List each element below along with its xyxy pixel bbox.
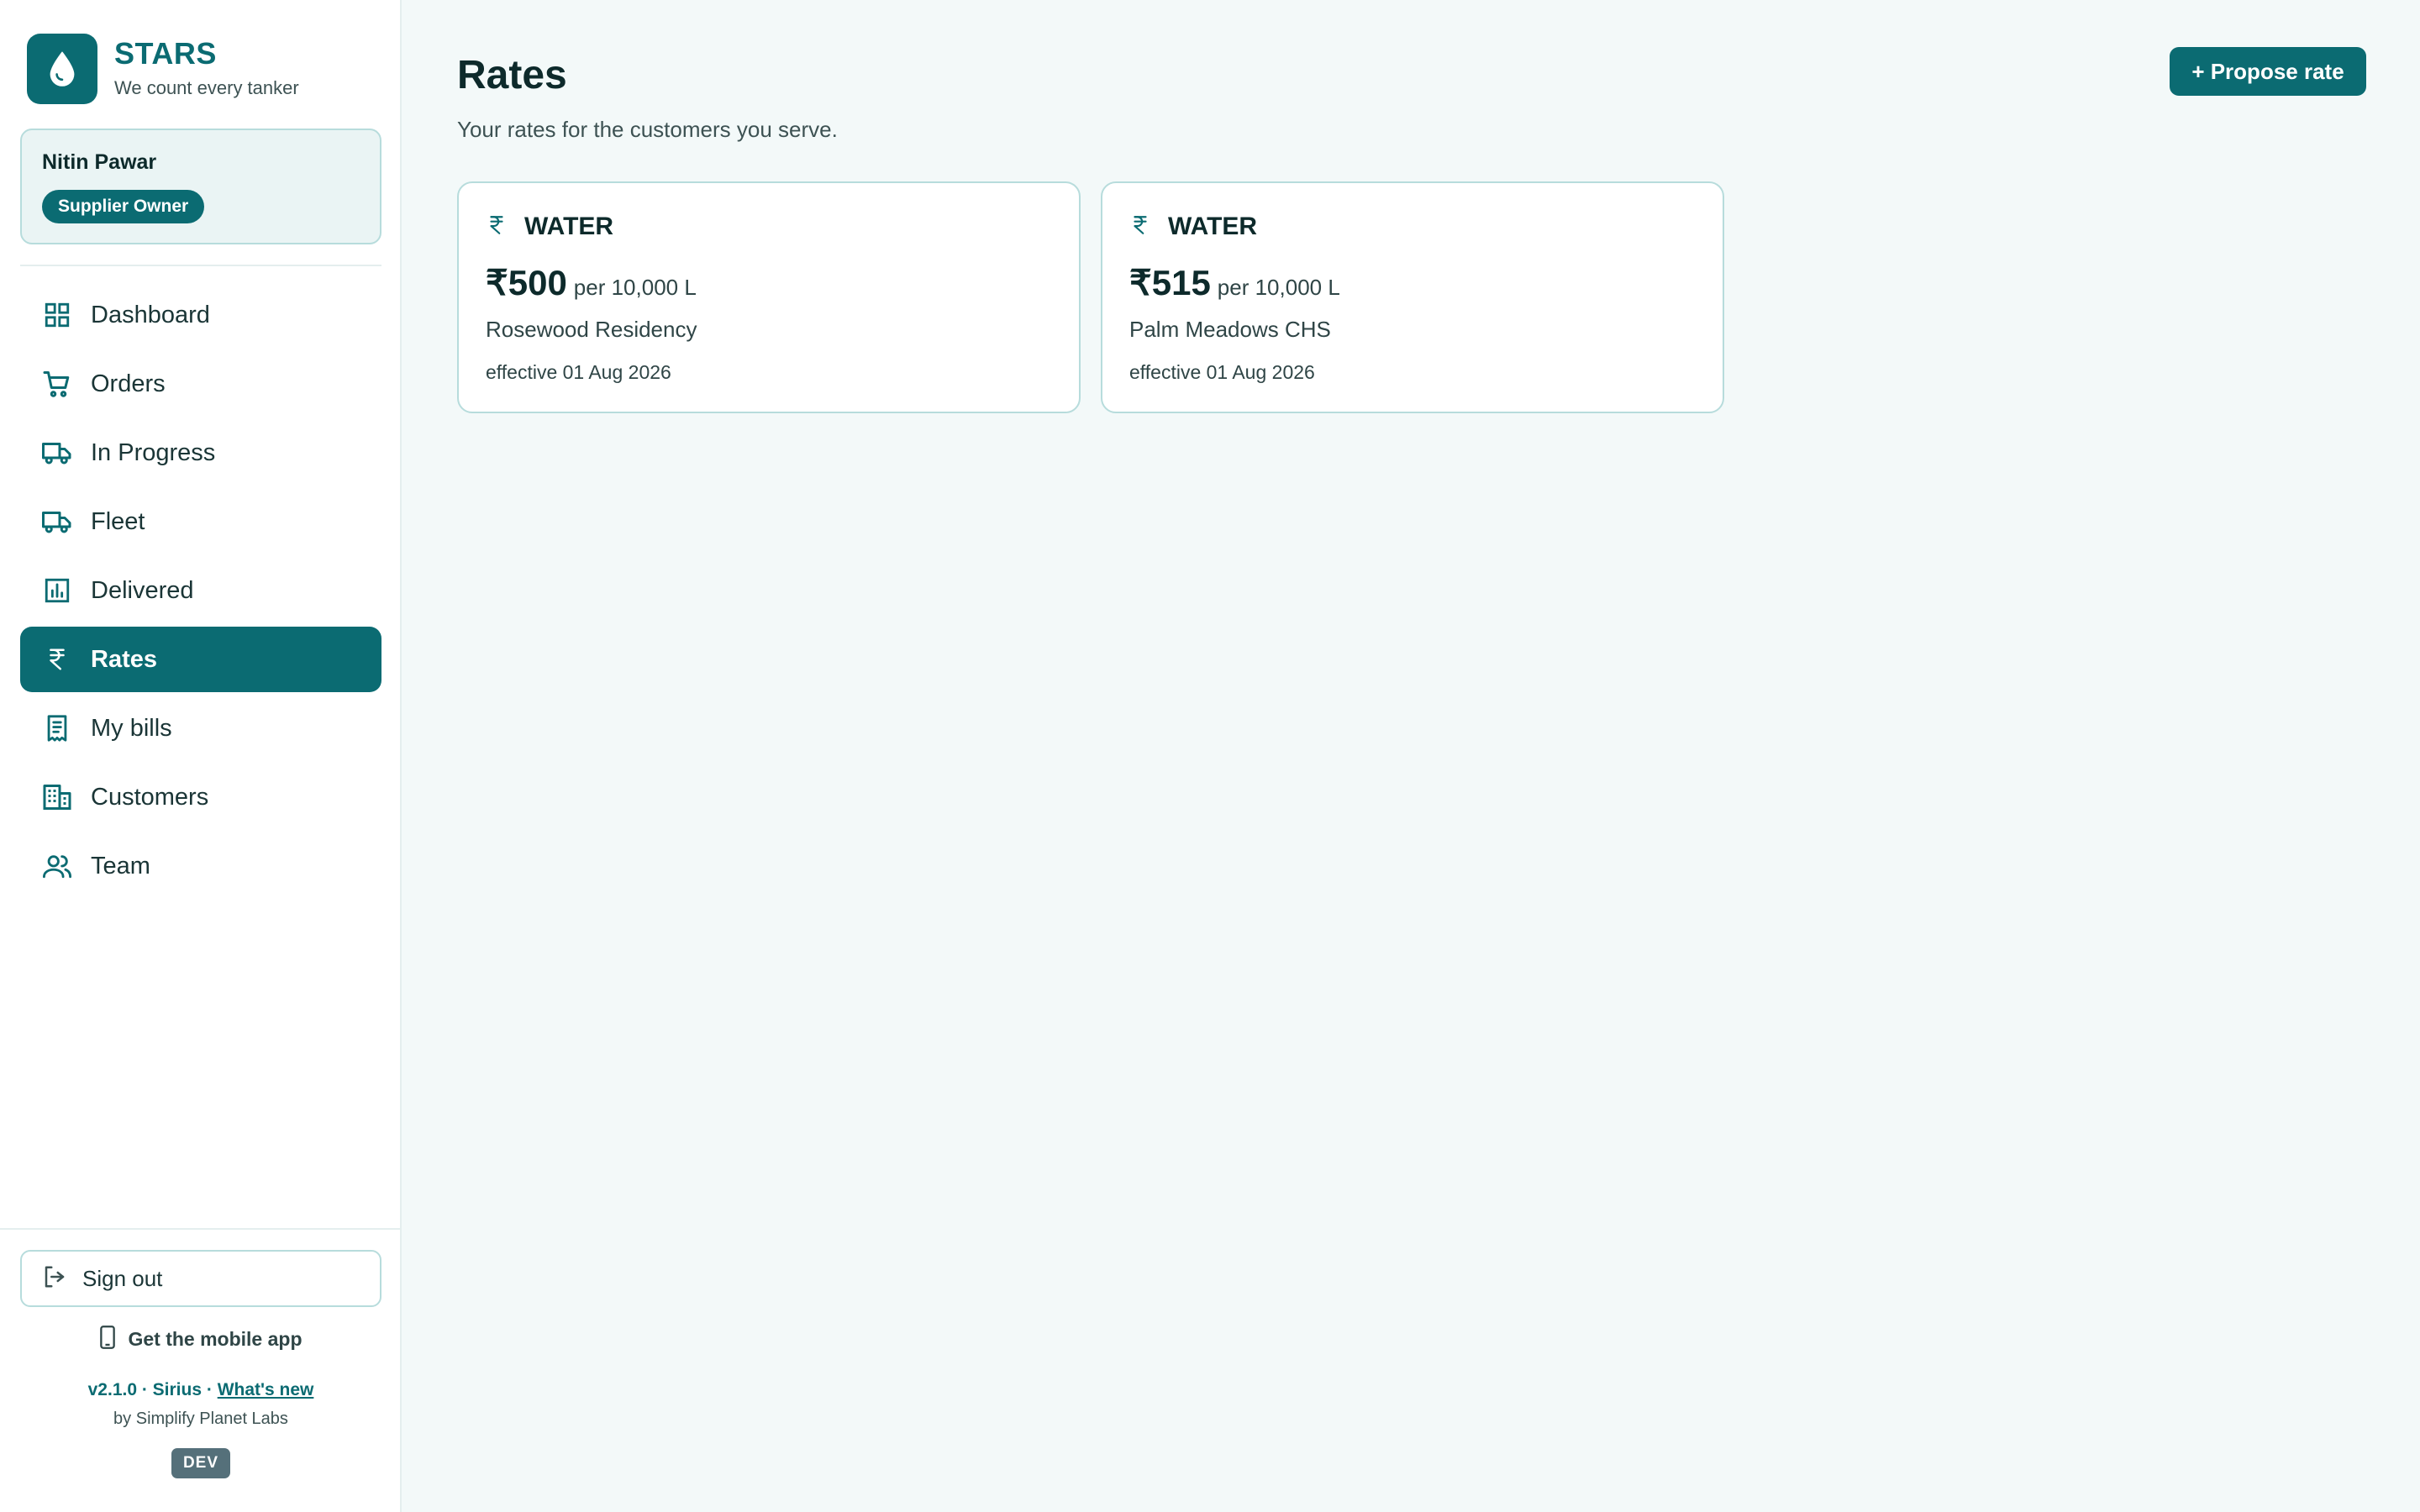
- sidebar-item-label: My bills: [91, 714, 172, 742]
- page-title: Rates: [457, 53, 567, 97]
- phone-icon: [99, 1325, 116, 1353]
- brand-name: STARS: [114, 36, 217, 71]
- version-text: v2.1.0 · Sirius ·: [87, 1380, 218, 1399]
- sidebar-item-label: Rates: [91, 645, 157, 673]
- sidebar-item-label: Fleet: [91, 507, 145, 535]
- rate-price: ₹500: [486, 263, 567, 302]
- sign-out-label: Sign out: [82, 1265, 163, 1291]
- version-info: v2.1.0 · Sirius · What's new: [20, 1380, 381, 1400]
- sidebar-item-label: Dashboard: [91, 301, 210, 328]
- sign-out-button[interactable]: Sign out: [20, 1250, 381, 1307]
- byline: by Simplify Planet Labs: [113, 1410, 288, 1428]
- sidebar-item-dashboard[interactable]: Dashboard: [20, 282, 381, 348]
- sidebar-item-customers[interactable]: Customers: [20, 764, 381, 830]
- rate-unit: per 10,000 L: [573, 275, 697, 300]
- truck-icon: [40, 505, 74, 538]
- people-icon: [40, 849, 74, 883]
- rupee-icon: [486, 212, 508, 243]
- rate-unit: per 10,000 L: [1217, 275, 1340, 300]
- sidebar-divider: [20, 265, 381, 266]
- user-name: Nitin Pawar: [42, 150, 157, 174]
- sidebar-item-team[interactable]: Team: [20, 833, 381, 899]
- sidebar-item-rates[interactable]: Rates: [20, 627, 381, 692]
- main-content: Rates Your rates for the customers you s…: [402, 0, 2420, 1512]
- brand-tagline: We count every tanker: [114, 77, 299, 98]
- sidebar-item-in-progress[interactable]: In Progress: [20, 420, 381, 486]
- sidebar-item-my-bills[interactable]: My bills: [20, 696, 381, 761]
- rate-effective-date: effective 01 Aug 2026: [486, 361, 671, 383]
- mobile-app-label: Get the mobile app: [128, 1327, 302, 1350]
- rate-customer: Palm Meadows CHS: [1129, 317, 1331, 342]
- sidebar-item-label: Team: [91, 852, 150, 879]
- page-subtitle: Your rates for the customers you serve.: [457, 117, 838, 142]
- rate-price: ₹515: [1129, 263, 1211, 302]
- rate-card[interactable]: WATER ₹500 per 10,000 L Rosewood Residen…: [457, 181, 1081, 413]
- rate-card[interactable]: WATER ₹515 per 10,000 L Palm Meadows CHS…: [1101, 181, 1724, 413]
- sidebar-item-label: Orders: [91, 370, 166, 397]
- get-mobile-app-link[interactable]: Get the mobile app: [20, 1322, 381, 1356]
- sign-out-icon: [42, 1264, 67, 1294]
- truck-icon: [40, 436, 74, 470]
- sidebar-item-label: Delivered: [91, 576, 194, 604]
- sidebar-item-label: Customers: [91, 783, 209, 811]
- rupee-icon: [40, 643, 74, 676]
- rate-type: WATER: [524, 213, 614, 240]
- rate-type: WATER: [1168, 213, 1258, 240]
- building-icon: [40, 780, 74, 814]
- rate-effective-date: effective 01 Aug 2026: [1129, 361, 1315, 383]
- bar-chart-icon: [40, 574, 74, 607]
- user-card: Nitin Pawar Supplier Owner: [20, 129, 381, 244]
- sidebar-item-label: In Progress: [91, 438, 216, 466]
- sidebar-nav: Dashboard Orders In Progress Fleet Deliv…: [20, 282, 381, 902]
- role-badge: Supplier Owner: [42, 190, 205, 223]
- cart-icon: [40, 367, 74, 401]
- sidebar-item-delivered[interactable]: Delivered: [20, 558, 381, 623]
- propose-rate-button[interactable]: + Propose rate: [2170, 47, 2366, 96]
- water-drop-icon: [27, 34, 97, 104]
- env-badge: DEV: [171, 1448, 230, 1478]
- sidebar-item-orders[interactable]: Orders: [20, 351, 381, 417]
- dashboard-icon: [40, 298, 74, 332]
- sidebar-footer-divider: [0, 1228, 400, 1230]
- whats-new-link[interactable]: What's new: [218, 1380, 314, 1399]
- rupee-icon: [1129, 212, 1151, 243]
- rate-customer: Rosewood Residency: [486, 317, 697, 342]
- sidebar-item-fleet[interactable]: Fleet: [20, 489, 381, 554]
- receipt-icon: [40, 711, 74, 745]
- sidebar: STARS We count every tanker Nitin Pawar …: [0, 0, 402, 1512]
- brand[interactable]: STARS We count every tanker: [27, 34, 299, 104]
